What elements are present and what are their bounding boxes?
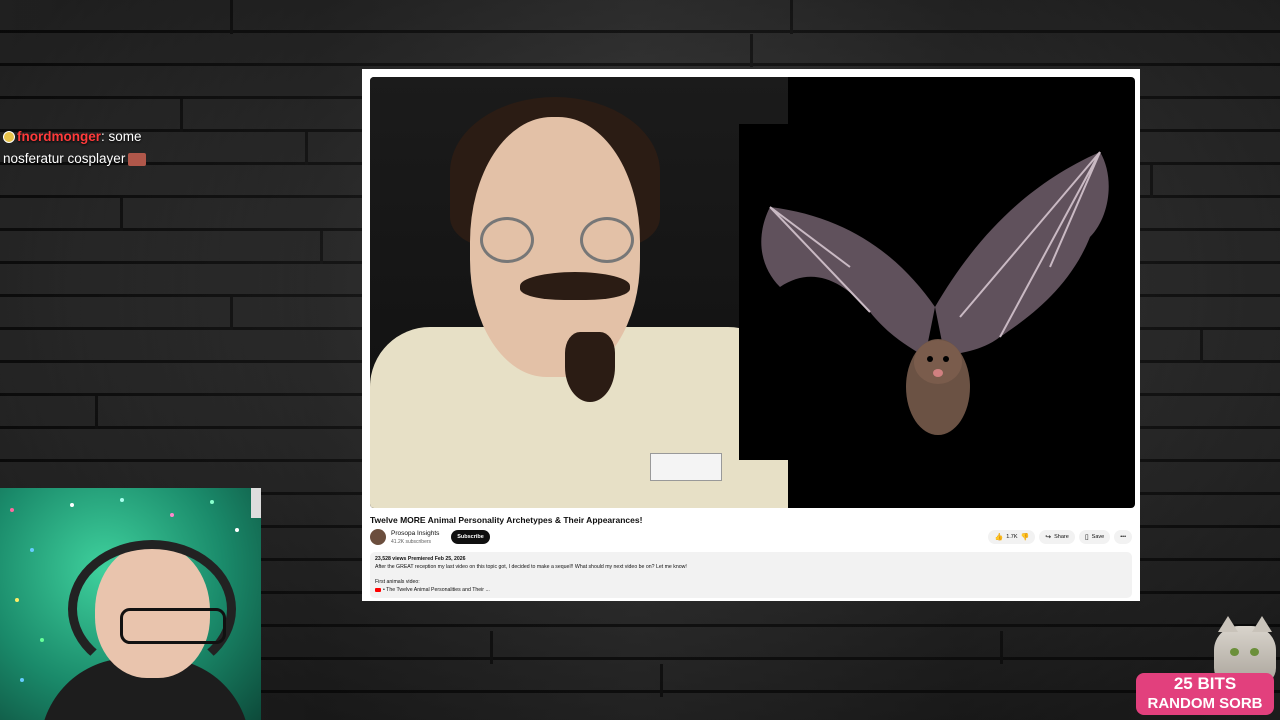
video-title: Twelve MORE Animal Personality Archetype… bbox=[370, 515, 643, 525]
chat-username: fnordmonger bbox=[17, 129, 101, 144]
share-button[interactable]: ↪ Share bbox=[1039, 530, 1075, 544]
channel-name[interactable]: Prosopa Insights bbox=[391, 530, 439, 537]
glasses bbox=[120, 608, 226, 644]
video-actions: 👍 1.7K 👎 ↪ Share ▯ Save ••• bbox=[988, 530, 1132, 544]
description-label: First animals video: bbox=[375, 579, 420, 585]
subscribe-button[interactable]: Subscribe bbox=[451, 530, 490, 544]
description-text: After the GREAT reception my last video … bbox=[375, 564, 687, 570]
video-player[interactable] bbox=[370, 77, 1135, 508]
alert-bits: 25 BITS bbox=[1173, 674, 1237, 693]
presenter-image bbox=[370, 77, 788, 508]
youtube-icon bbox=[375, 587, 381, 592]
chat-text-line2: nosferatur cosplayer bbox=[3, 151, 126, 166]
share-label: Share bbox=[1054, 534, 1069, 540]
description-link-row: • The Twelve Animal Personalities and Th… bbox=[375, 587, 490, 593]
alert-user: RANDOM SORB bbox=[1147, 695, 1263, 712]
like-count[interactable]: 1.7K bbox=[1006, 534, 1017, 540]
like-dislike-group: 👍 1.7K 👎 bbox=[988, 530, 1036, 544]
shirt-patch bbox=[650, 453, 722, 481]
cam-frame-edge bbox=[251, 488, 261, 518]
save-label: Save bbox=[1091, 534, 1105, 540]
user-badge-icon bbox=[3, 131, 15, 144]
bits-alert: 25 BITS RANDOM SORB bbox=[1136, 673, 1274, 715]
thumbs-down-icon[interactable]: 👎 bbox=[1021, 533, 1030, 541]
description-box[interactable]: 23,528 views Premiered Feb 25, 2026 Afte… bbox=[370, 552, 1132, 598]
webcam-feed bbox=[0, 488, 261, 720]
more-actions-button[interactable]: ••• bbox=[1114, 530, 1132, 544]
chat-overlay: fnordmonger: some nosferatur cosplayer bbox=[3, 126, 203, 170]
save-button[interactable]: ▯ Save bbox=[1078, 530, 1111, 544]
chat-message: fnordmonger: some nosferatur cosplayer bbox=[3, 126, 203, 170]
emote-icon bbox=[128, 152, 147, 166]
description-link[interactable]: • The Twelve Animal Personalities and Th… bbox=[383, 587, 490, 593]
thumbs-up-icon[interactable]: 👍 bbox=[994, 533, 1003, 541]
bat-image bbox=[761, 151, 1109, 435]
youtube-video-panel: Twelve MORE Animal Personality Archetype… bbox=[362, 69, 1140, 601]
video-stats: 23,528 views Premiered Feb 25, 2026 bbox=[375, 556, 466, 562]
more-icon: ••• bbox=[1120, 534, 1126, 540]
subscriber-count: 41.2K subscribers bbox=[391, 539, 432, 545]
bookmark-icon: ▯ bbox=[1084, 534, 1089, 541]
chat-text-line1: : some bbox=[101, 129, 142, 144]
channel-avatar[interactable] bbox=[370, 529, 386, 545]
share-icon: ↪ bbox=[1045, 534, 1052, 541]
